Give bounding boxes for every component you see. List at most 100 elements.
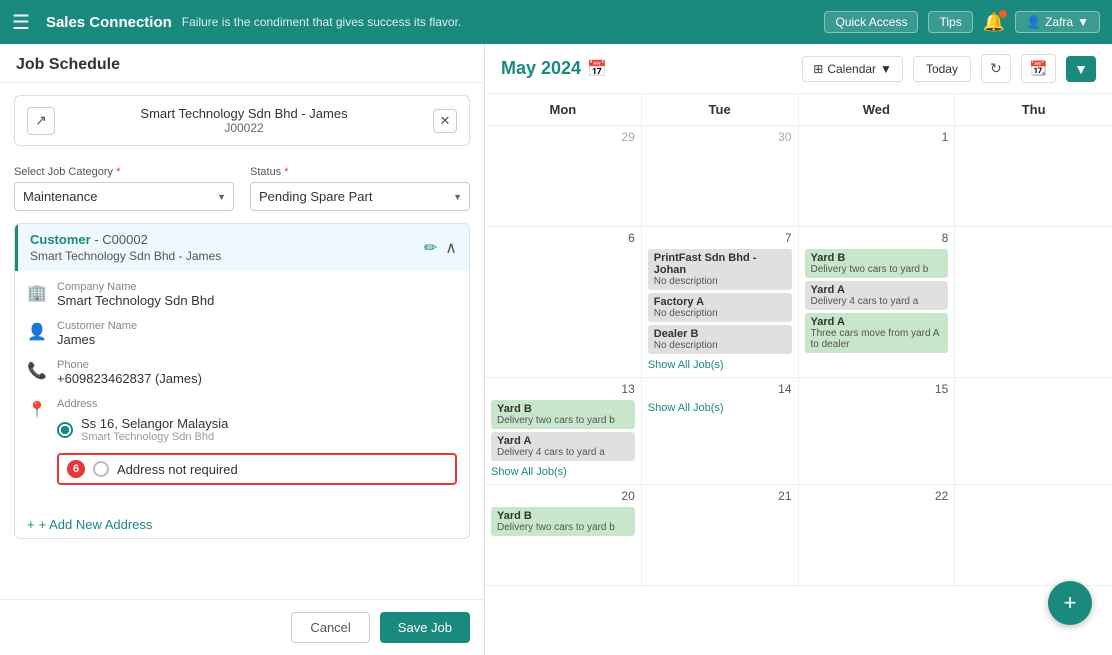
badge-6: 6 [67,460,85,478]
job-category-label: Select Job Category * [14,166,234,178]
tagline: Failure is the condiment that gives succ… [182,15,815,29]
grid-icon: ⊞ [813,62,823,76]
day-29: 29 [485,126,642,226]
event-dealer-b[interactable]: Dealer B No description [648,325,792,354]
hamburger-icon[interactable]: ☰ [12,10,30,35]
view-dropdown-icon: ▼ [880,62,892,76]
address-option-selected: Ss 16, Selangor Malaysia Smart Technolog… [57,410,457,449]
calendar-mini-button[interactable]: 📆 [1021,54,1056,83]
location-icon: 📍 [27,400,47,420]
event-desc: Delivery 4 cars to yard a [497,447,629,458]
job-category-select-wrapper[interactable]: Maintenance [14,182,234,211]
customer-title: Customer - C00002 [30,232,221,247]
day-20: 20 Yard B Delivery two cars to yard b [485,485,642,585]
address-radio-checked[interactable] [57,422,73,438]
event-desc: No description [654,340,786,351]
customer-section: Customer - C00002 Smart Technology Sdn B… [14,223,470,539]
add-address-label: + Add New Address [39,517,153,532]
show-all-link-14[interactable]: Show All Job(s) [648,400,792,416]
event-desc: Delivery two cars to yard b [497,415,629,426]
quick-access-button[interactable]: Quick Access [824,11,918,33]
event-printfast[interactable]: PrintFast Sdn Bhd - Johan No description [648,249,792,290]
cancel-button[interactable]: Cancel [291,612,369,643]
event-yard-a-8b[interactable]: Yard A Three cars move from yard A to de… [805,313,949,353]
status-select[interactable]: Pending Spare Part [250,182,470,211]
event-desc: Delivery two cars to yard b [497,522,629,533]
event-yard-b-13[interactable]: Yard B Delivery two cars to yard b [491,400,635,429]
day-empty-3 [955,378,1112,484]
calendar-view-button[interactable]: ⊞ Calendar ▼ [802,56,903,82]
event-title: Yard A [811,284,943,296]
person-icon: 👤 [27,322,47,342]
date-num: 30 [648,130,792,144]
event-yard-a-13[interactable]: Yard A Delivery 4 cars to yard a [491,432,635,461]
date-num: 1 [805,130,949,144]
today-button[interactable]: Today [913,56,971,82]
address-row: 📍 Address Ss 16, Selangor Malaysia Smart… [27,398,457,489]
event-yard-a-8[interactable]: Yard A Delivery 4 cars to yard a [805,281,949,310]
calendar-month-year: May 2024 [501,58,581,79]
customer-label: Customer [30,232,91,247]
day-22: 22 [799,485,956,585]
day-8: 8 Yard B Delivery two cars to yard b Yar… [799,227,956,377]
user-dropdown-icon: ▼ [1077,15,1089,29]
calendar-view-label: Calendar [827,62,876,76]
notification-icon[interactable]: 🔔 [983,12,1005,33]
customer-header: Customer - C00002 Smart Technology Sdn B… [15,224,469,271]
company-card-id: J00022 [55,121,433,135]
show-all-link-7[interactable]: Show All Job(s) [648,357,792,373]
date-num: 20 [491,489,635,503]
customer-details: 🏢 Company Name Smart Technology Sdn Bhd … [15,271,469,511]
event-title: Yard B [497,510,629,522]
external-link-icon[interactable]: ↗ [27,107,55,135]
event-yard-b-20[interactable]: Yard B Delivery two cars to yard b [491,507,635,536]
date-num: 14 [648,382,792,396]
add-address-button[interactable]: + + Add New Address [15,511,469,538]
event-desc: No description [654,308,786,319]
save-job-button[interactable]: Save Job [380,612,470,643]
job-form: ↗ Smart Technology Sdn Bhd - James J0002… [0,83,484,599]
address-value: Ss 16, Selangor Malaysia [81,416,228,431]
calendar-grid: Mon Tue Wed Thu 29 30 1 [485,94,1112,655]
filter-button[interactable]: ▼ [1066,56,1096,82]
main-layout: Job Schedule ↗ Smart Technology Sdn Bhd … [0,44,1112,655]
day-header-wed: Wed [799,94,956,125]
edit-customer-icon[interactable]: ✏ [424,238,437,258]
close-button[interactable]: ✕ [433,109,457,133]
event-yard-b-8[interactable]: Yard B Delivery two cars to yard b [805,249,949,278]
show-all-link-13[interactable]: Show All Job(s) [491,464,635,480]
form-row-category-status: Select Job Category * Maintenance Status… [0,158,484,219]
fab-add-button[interactable]: + [1048,581,1092,625]
week-row-1: 29 30 1 [485,126,1112,227]
event-title: Yard A [497,435,629,447]
event-title: Yard B [811,252,943,264]
company-card-info: Smart Technology Sdn Bhd - James J00022 [55,106,433,135]
job-category-group: Select Job Category * Maintenance [14,166,234,211]
refresh-button[interactable]: ↻ [981,54,1011,83]
address-not-required-radio[interactable] [93,461,109,477]
event-factory-a[interactable]: Factory A No description [648,293,792,322]
address-not-required-row: 6 Address not required [57,453,457,485]
job-category-select[interactable]: Maintenance [14,182,234,211]
address-not-required-label: Address not required [117,462,238,477]
calendar-date-picker-icon[interactable]: 📅 [587,59,607,79]
day-7: 7 PrintFast Sdn Bhd - Johan No descripti… [642,227,799,377]
tips-button[interactable]: Tips [928,11,972,33]
address-sub: Smart Technology Sdn Bhd [81,431,228,443]
day-empty-2 [955,227,1112,377]
date-num: 15 [805,382,949,396]
phone-label: Phone [57,359,202,371]
collapse-icon[interactable]: ∧ [445,238,457,258]
user-menu[interactable]: 👤 Zafra ▼ [1015,11,1100,33]
left-panel: Job Schedule ↗ Smart Technology Sdn Bhd … [0,44,485,655]
customer-name-label: Customer Name [57,320,137,332]
customer-code: - C00002 [94,232,148,247]
company-name-row: 🏢 Company Name Smart Technology Sdn Bhd [27,281,457,308]
event-title: PrintFast Sdn Bhd - Johan [654,252,786,276]
customer-name-value: James [57,332,137,347]
status-select-wrapper[interactable]: Pending Spare Part [250,182,470,211]
user-name: Zafra [1045,15,1073,29]
event-title: Dealer B [654,328,786,340]
event-title: Yard B [497,403,629,415]
company-card: ↗ Smart Technology Sdn Bhd - James J0002… [14,95,470,146]
